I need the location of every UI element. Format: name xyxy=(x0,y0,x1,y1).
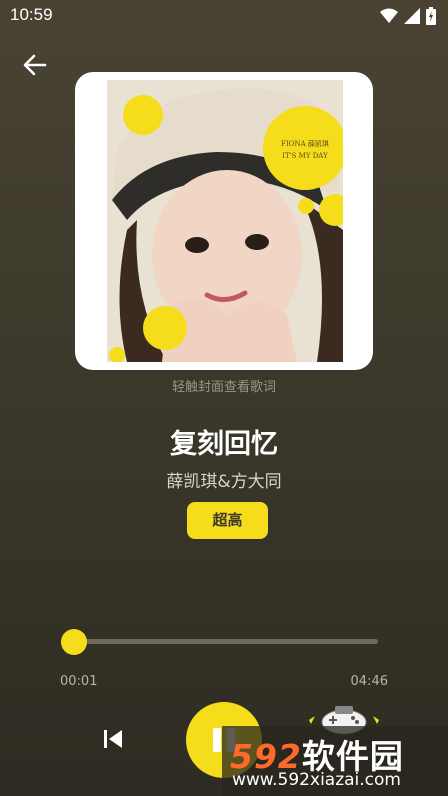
status-bar: 10:59 xyxy=(0,0,448,32)
previous-button[interactable] xyxy=(100,725,126,753)
time-total: 04:46 xyxy=(350,674,388,689)
wifi-icon xyxy=(380,8,398,23)
album-art-illustration xyxy=(107,80,343,362)
album-stamp: FIONA 薛凯琪 IT'S MY DAY xyxy=(267,138,343,162)
song-artist: 薛凯琪&方大同 xyxy=(166,472,282,492)
progress-handle[interactable] xyxy=(60,629,87,655)
back-arrow-icon xyxy=(23,54,47,76)
cover-hint: 轻触封面查看歌词 xyxy=(171,380,276,395)
stamp-line-2: IT'S MY DAY xyxy=(282,152,328,160)
signal-icon xyxy=(404,8,420,24)
battery-icon xyxy=(426,7,436,25)
watermark-url: www.592xiazai.com xyxy=(232,770,401,790)
stamp-line-1: FIONA 薛凯琪 xyxy=(281,140,329,148)
album-art: FIONA 薛凯琪 IT'S MY DAY xyxy=(107,80,343,362)
progress-bar[interactable] xyxy=(73,639,378,644)
time-current: 00:01 xyxy=(60,674,98,689)
previous-track-icon xyxy=(104,730,122,748)
back-button[interactable] xyxy=(20,50,50,80)
status-time: 10:59 xyxy=(10,5,53,24)
quality-button[interactable]: 超高 xyxy=(187,502,268,539)
status-icons xyxy=(380,6,436,26)
album-cover[interactable]: FIONA 薛凯琪 IT'S MY DAY xyxy=(75,72,373,370)
song-title: 复刻回忆 xyxy=(170,429,278,460)
